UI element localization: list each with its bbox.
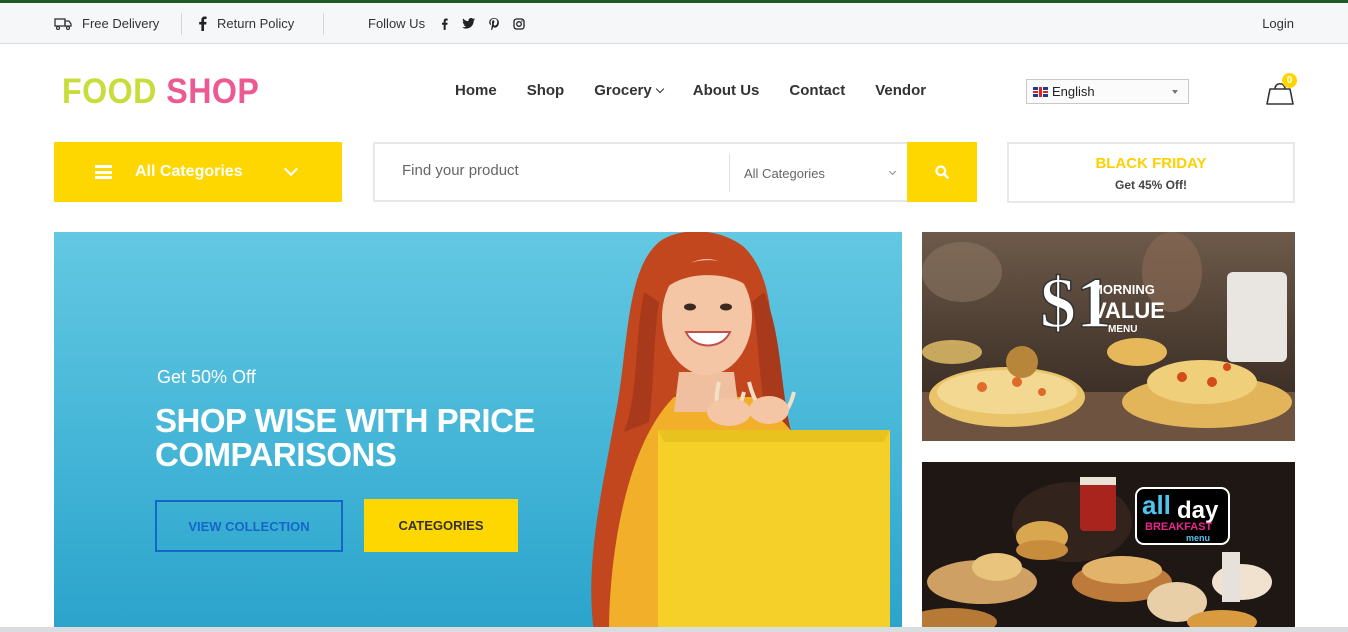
truck-icon bbox=[54, 17, 72, 30]
search-input[interactable] bbox=[402, 162, 722, 179]
chevron-down-icon bbox=[283, 161, 299, 177]
black-friday-promo[interactable]: BLACK FRIDAY Get 45% Off! bbox=[1007, 142, 1295, 203]
all-day-breakfast-image: all day BREAKFAST menu bbox=[922, 462, 1295, 632]
nav-contact[interactable]: Contact bbox=[789, 82, 845, 99]
search-button[interactable] bbox=[907, 142, 977, 202]
language-select[interactable]: English bbox=[1026, 79, 1189, 104]
morning-value-menu-banner[interactable]: $1 MORNING VALUE MENU bbox=[922, 232, 1295, 441]
promo-title: BLACK FRIDAY bbox=[1095, 155, 1207, 172]
follow-us-label: Follow Us bbox=[368, 16, 426, 31]
logo-word-shop: SHOP bbox=[166, 72, 260, 111]
search-category-select[interactable]: All Categories bbox=[729, 154, 909, 192]
twitter-icon[interactable] bbox=[462, 18, 476, 29]
all-categories-label: All Categories bbox=[135, 163, 243, 180]
view-collection-button[interactable]: VIEW COLLECTION bbox=[155, 500, 343, 552]
nav-shop[interactable]: Shop bbox=[527, 82, 565, 99]
return-policy-item[interactable]: Return Policy bbox=[198, 3, 294, 44]
cart-count-badge: 0 bbox=[1282, 73, 1297, 88]
facebook-icon bbox=[198, 16, 207, 31]
value-text: VALUE bbox=[1092, 298, 1165, 323]
nav-home[interactable]: Home bbox=[455, 82, 497, 99]
divider bbox=[323, 13, 324, 35]
nav-grocery[interactable]: Grocery bbox=[594, 82, 664, 99]
return-policy-label: Return Policy bbox=[217, 16, 295, 31]
facebook-icon[interactable] bbox=[441, 18, 448, 30]
language-selected: English bbox=[1052, 84, 1095, 99]
top-bar: Free Delivery Return Policy Follow Us Lo… bbox=[0, 3, 1348, 44]
instagram-icon[interactable] bbox=[513, 17, 525, 30]
chevron-down-icon bbox=[655, 84, 664, 93]
morning-value-menu-image: $1 MORNING VALUE MENU bbox=[922, 232, 1295, 441]
search-form: All Categories bbox=[373, 142, 977, 202]
morning-text: MORNING bbox=[1092, 282, 1155, 297]
chevron-down-icon bbox=[888, 167, 897, 176]
social-links bbox=[441, 17, 525, 30]
main-nav: Home Shop Grocery About Us Contact Vendo… bbox=[455, 82, 926, 99]
all-categories-button[interactable]: All Categories bbox=[54, 142, 342, 202]
all-day-breakfast-banner[interactable]: all day BREAKFAST menu bbox=[922, 462, 1295, 632]
caret-down-icon bbox=[1172, 90, 1178, 94]
search-icon bbox=[935, 165, 949, 179]
divider bbox=[181, 13, 182, 35]
search-category-selected: All Categories bbox=[744, 165, 825, 181]
hero-headline-line2: COMPARISONS bbox=[155, 436, 397, 473]
menu-text: MENU bbox=[1108, 324, 1137, 335]
pinterest-icon[interactable] bbox=[489, 17, 499, 30]
uk-flag-icon bbox=[1033, 86, 1048, 97]
hero-woman-image bbox=[591, 232, 890, 632]
promo-subtitle: Get 45% Off! bbox=[1114, 178, 1187, 192]
follow-us-item: Follow Us bbox=[368, 3, 525, 44]
logo-word-food: FOOD bbox=[62, 72, 157, 111]
nav-about-us[interactable]: About Us bbox=[693, 82, 760, 99]
hero-subtitle: Get 50% Off bbox=[157, 367, 256, 387]
scroll-strip bbox=[0, 627, 1348, 632]
free-delivery-label: Free Delivery bbox=[82, 16, 160, 31]
login-link[interactable]: Login bbox=[1262, 3, 1294, 44]
categories-button[interactable]: CATEGORIES bbox=[364, 499, 518, 552]
hero-banner: Get 50% Off SHOP WISE WITH PRICE COMPARI… bbox=[54, 232, 902, 632]
free-delivery-item[interactable]: Free Delivery bbox=[54, 3, 159, 44]
hero-headline: SHOP WISE WITH PRICE COMPARISONS bbox=[155, 404, 535, 472]
site-logo[interactable]: FOOD SHOP bbox=[62, 72, 259, 112]
list-icon bbox=[95, 165, 112, 179]
day-text: day bbox=[1177, 497, 1219, 524]
nav-vendor[interactable]: Vendor bbox=[875, 82, 926, 99]
all-text: all bbox=[1142, 490, 1171, 520]
hero-headline-line1: SHOP WISE WITH PRICE bbox=[155, 402, 535, 439]
nav-grocery-label: Grocery bbox=[594, 82, 652, 99]
menu-text: menu bbox=[1186, 533, 1210, 543]
breakfast-text: BREAKFAST bbox=[1145, 521, 1213, 533]
